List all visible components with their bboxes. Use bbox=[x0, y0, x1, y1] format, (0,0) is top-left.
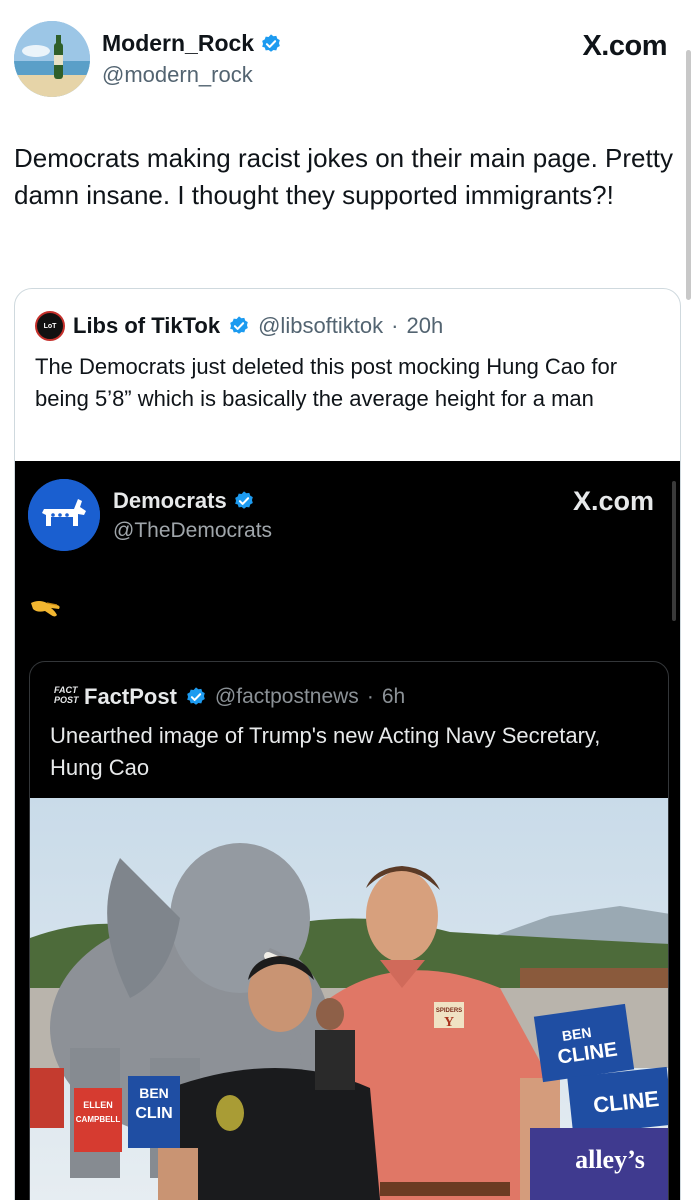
author-handle[interactable]: @modern_rock bbox=[102, 62, 253, 88]
campaign-photo[interactable]: SPIDERS Y ELLEN CAMPBELL BEN CLIN BEN CL… bbox=[30, 798, 669, 1200]
tweet-text: Democrats making racist jokes on their m… bbox=[14, 143, 673, 210]
quoted-author-name[interactable]: Libs of TikTok bbox=[73, 313, 220, 339]
democrats-avatar[interactable] bbox=[28, 479, 100, 551]
time-separator: · bbox=[391, 313, 399, 338]
sign-text-clin: CLIN bbox=[135, 1105, 172, 1122]
embedded-scrollbar bbox=[672, 481, 676, 621]
quoted-tweet-card[interactable]: LoT Libs of TikTok @libsoftiktok · 20h T… bbox=[14, 288, 681, 1200]
democrats-name[interactable]: Democrats bbox=[113, 488, 227, 514]
sign-text-campbell: CAMPBELL bbox=[76, 1115, 121, 1124]
author-name[interactable]: Modern_Rock bbox=[102, 30, 254, 57]
time-separator: · bbox=[366, 685, 374, 708]
embedded-screenshot: Democrats @TheDemocrats X.com FACT POST … bbox=[15, 461, 680, 1200]
factpost-name[interactable]: FactPost bbox=[84, 684, 177, 710]
factpost-header: FACT POST FactPost @factpostnews · 6h bbox=[54, 684, 405, 710]
factpost-logo[interactable]: FACT POST bbox=[54, 685, 79, 709]
donkey-logo-icon bbox=[28, 479, 100, 551]
author-name-row: Modern_Rock bbox=[102, 30, 282, 57]
author-avatar[interactable] bbox=[14, 21, 90, 97]
scrollbar-thumb[interactable] bbox=[686, 50, 691, 300]
factpost-handle[interactable]: @factpostnews bbox=[215, 685, 359, 709]
libs-of-tiktok-avatar[interactable]: LoT bbox=[35, 311, 65, 341]
x-brand-logo: X.com bbox=[572, 486, 654, 516]
sign-text-ellen: ELLEN bbox=[83, 1100, 113, 1110]
logo-text-fact: FACT bbox=[54, 685, 78, 695]
sign-text-ben: BEN bbox=[139, 1085, 169, 1101]
verified-badge-icon bbox=[234, 491, 253, 509]
quoted-tweet-header: LoT Libs of TikTok @libsoftiktok · 20h bbox=[35, 311, 443, 341]
factpost-card[interactable]: FACT POST FactPost @factpostnews · 6h Un… bbox=[29, 661, 669, 1200]
factpost-text: Unearthed image of Trump's new Acting Na… bbox=[50, 723, 601, 780]
quoted-tweet-text: The Democrats just deleted this post moc… bbox=[35, 354, 618, 411]
shirt-logo-text: SPIDERS bbox=[436, 1008, 462, 1014]
x-brand-logo: X.com bbox=[582, 30, 667, 62]
banner-text: alley’s bbox=[575, 1145, 645, 1174]
quoted-timestamp[interactable]: 20h bbox=[406, 313, 443, 339]
pinching-hand-icon bbox=[31, 601, 60, 617]
verified-badge-icon bbox=[187, 687, 205, 705]
tweet-header: Modern_Rock @modern_rock X.com bbox=[0, 0, 695, 300]
verified-badge-icon bbox=[230, 316, 248, 334]
verified-badge-icon bbox=[262, 33, 280, 52]
democrats-name-row: Democrats bbox=[113, 488, 255, 514]
quoted-author-handle[interactable]: @libsoftiktok bbox=[258, 313, 383, 339]
shirt-logo-letter: Y bbox=[444, 1015, 454, 1030]
factpost-timestamp[interactable]: 6h bbox=[382, 685, 405, 709]
democrats-handle[interactable]: @TheDemocrats bbox=[113, 519, 272, 543]
logo-text-post: POST bbox=[54, 695, 79, 705]
